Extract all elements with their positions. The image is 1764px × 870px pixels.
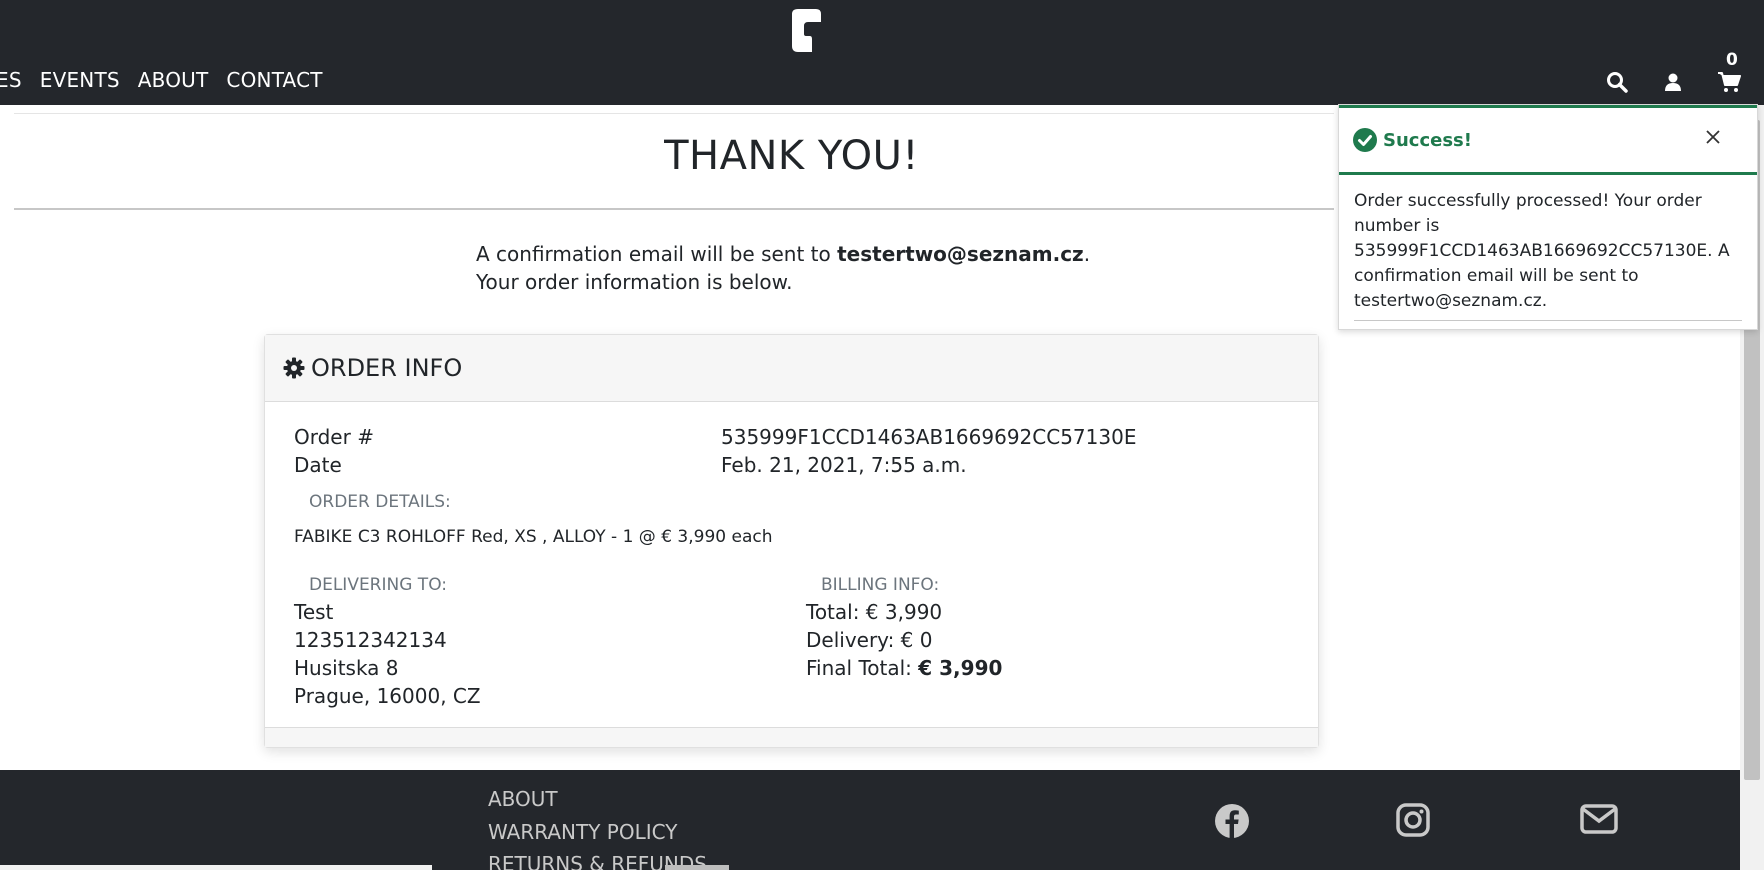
site-footer — [0, 770, 1740, 870]
user-icon[interactable] — [1661, 70, 1685, 94]
order-number-label: Order # — [294, 425, 374, 449]
card-title: ORDER INFO — [311, 354, 463, 382]
brand-logo[interactable] — [788, 8, 822, 54]
billing-final-total: Final Total: € 3,990 — [806, 656, 1002, 680]
order-item-line: FABIKE C3 ROHLOFF Red, XS , ALLOY - 1 @ … — [294, 527, 773, 547]
success-toast: Success! Order successfully processed! Y… — [1338, 104, 1758, 330]
main-nav: ES EVENTS ABOUT CONTACT — [0, 68, 323, 92]
gear-icon — [283, 357, 305, 379]
top-divider — [14, 113, 1334, 114]
footer-link-warranty[interactable]: WARRANTY POLICY — [488, 820, 677, 844]
instagram-icon[interactable] — [1396, 803, 1430, 837]
site-header: ES EVENTS ABOUT CONTACT 0 — [0, 0, 1764, 105]
cart-button[interactable]: 0 — [1717, 50, 1741, 94]
check-circle-icon — [1353, 128, 1377, 152]
toast-title: Success! — [1383, 129, 1472, 151]
confirm-prefix: A confirmation email will be sent to — [476, 242, 838, 266]
billing-info-label: BILLING INFO: — [821, 575, 940, 595]
date-label: Date — [294, 453, 342, 477]
final-total-label: Final Total: — [806, 656, 919, 680]
card-header: ORDER INFO — [265, 335, 1318, 402]
delivery-name: Test — [294, 600, 334, 624]
card-footer — [265, 727, 1318, 747]
confirm-email: testertwo@seznam.cz — [837, 242, 1084, 266]
toast-message: Order successfully processed! Your order… — [1354, 191, 1730, 311]
cart-count: 0 — [1726, 50, 1738, 70]
billing-total: Total: € 3,990 — [806, 600, 943, 624]
order-number-value: 535999F1CCD1463AB1669692CC57130E — [721, 425, 1137, 449]
toast-divider — [1354, 320, 1742, 321]
title-divider — [14, 208, 1334, 210]
confirmation-message: A confirmation email will be sent to tes… — [476, 240, 1136, 296]
close-icon[interactable] — [1701, 125, 1725, 149]
order-info-card: ORDER INFO Order # 535999F1CCD1463AB1669… — [264, 334, 1319, 748]
nav-item-about[interactable]: ABOUT — [138, 68, 209, 92]
search-icon[interactable] — [1605, 70, 1629, 94]
horizontal-scrollbar-thumb[interactable] — [665, 865, 729, 870]
nav-item-contact[interactable]: CONTACT — [226, 68, 322, 92]
page-title: THANK YOU! — [664, 133, 919, 179]
date-value: Feb. 21, 2021, 7:55 a.m. — [721, 453, 967, 477]
delivery-phone: 123512342134 — [294, 628, 447, 652]
billing-delivery: Delivery: € 0 — [806, 628, 933, 652]
footer-link-about[interactable]: ABOUT — [488, 787, 558, 811]
header-icons: 0 — [1605, 50, 1741, 94]
nav-item-partial[interactable]: ES — [0, 68, 22, 92]
delivery-street: Husitska 8 — [294, 656, 399, 680]
facebook-icon[interactable] — [1214, 803, 1250, 839]
order-details-label: ORDER DETAILS: — [309, 492, 451, 512]
cart-icon — [1718, 72, 1741, 92]
horizontal-scrollbar-track[interactable] — [0, 865, 432, 870]
delivery-city: Prague, 16000, CZ — [294, 684, 481, 708]
toast-header: Success! — [1339, 105, 1757, 175]
nav-item-events[interactable]: EVENTS — [40, 68, 120, 92]
delivering-to-label: DELIVERING TO: — [309, 575, 448, 595]
final-total-value: € 3,990 — [918, 656, 1003, 680]
mail-icon[interactable] — [1580, 803, 1618, 835]
